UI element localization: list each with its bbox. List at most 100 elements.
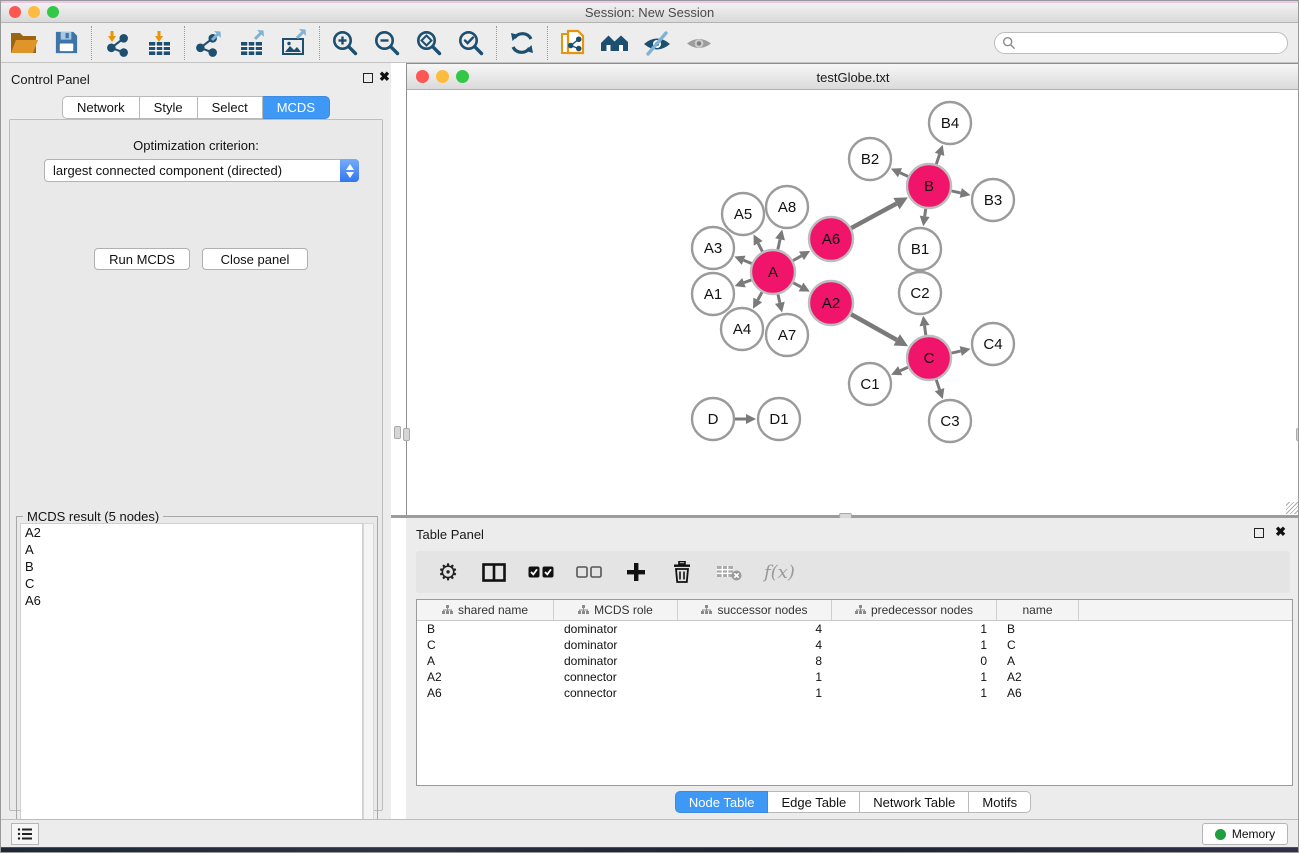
table-cell[interactable]: A xyxy=(997,654,1079,668)
result-scrollbar[interactable] xyxy=(363,523,374,852)
graph-edge-B-B3[interactable] xyxy=(951,191,960,193)
graph-edge-A6-B[interactable] xyxy=(851,204,896,228)
tab-style[interactable]: Style xyxy=(140,96,198,119)
graph-edge-C-C4[interactable] xyxy=(951,351,960,353)
close-panel-icon[interactable]: ✖ xyxy=(379,69,390,85)
task-history-button[interactable] xyxy=(11,823,39,845)
result-list-item[interactable]: A xyxy=(21,541,362,558)
table-cell[interactable]: A6 xyxy=(417,686,554,700)
table-cell[interactable]: C xyxy=(417,638,554,652)
column-header-shared-name[interactable]: shared name xyxy=(417,600,554,620)
graph-edge-A-A2[interactable] xyxy=(793,283,801,287)
add-column-icon[interactable] xyxy=(624,558,648,586)
table-cell[interactable]: B xyxy=(997,622,1079,636)
table-cell[interactable]: A2 xyxy=(417,670,554,684)
table-cell[interactable]: dominator xyxy=(554,654,678,668)
unselect-all-icon[interactable] xyxy=(576,558,602,586)
save-session-icon[interactable] xyxy=(51,28,81,58)
delete-column-icon[interactable] xyxy=(670,558,694,586)
table-cell[interactable]: dominator xyxy=(554,622,678,636)
table-cell[interactable]: A2 xyxy=(997,670,1079,684)
table-float-icon[interactable] xyxy=(1254,528,1264,538)
export-image-icon[interactable] xyxy=(279,28,309,58)
column-icon[interactable] xyxy=(482,558,506,586)
table-cell[interactable]: 8 xyxy=(678,654,832,668)
table-cell[interactable]: 1 xyxy=(832,670,997,684)
memory-button[interactable]: Memory xyxy=(1202,823,1288,845)
table-cell[interactable]: C xyxy=(997,638,1079,652)
graph-edge-B-B4[interactable] xyxy=(936,154,939,164)
graph-edge-A-A3[interactable] xyxy=(744,260,752,263)
hide-graphics-details-icon[interactable] xyxy=(642,28,672,58)
table-cell[interactable]: 1 xyxy=(832,638,997,652)
import-network-icon[interactable] xyxy=(102,28,132,58)
graph-edge-A-A6[interactable] xyxy=(793,256,801,261)
graph-edge-B-B1[interactable] xyxy=(925,209,926,217)
zoom-fit-icon[interactable] xyxy=(414,28,444,58)
home-icon[interactable] xyxy=(600,28,630,58)
table-cell[interactable]: 4 xyxy=(678,638,832,652)
result-list-item[interactable]: A6 xyxy=(21,592,362,609)
optimization-criterion-dropdown[interactable]: largest connected component (directed) xyxy=(44,159,359,182)
resize-corner-grip[interactable] xyxy=(1286,502,1298,514)
table-cell[interactable]: 4 xyxy=(678,622,832,636)
divider-grip[interactable] xyxy=(394,426,401,439)
zoom-selected-icon[interactable] xyxy=(456,28,486,58)
table-cell[interactable]: 0 xyxy=(832,654,997,668)
open-file-icon[interactable] xyxy=(9,28,39,58)
refresh-layout-icon[interactable] xyxy=(507,28,537,58)
tab-network[interactable]: Network xyxy=(62,96,140,119)
table-cell[interactable]: connector xyxy=(554,670,678,684)
table-cell[interactable]: B xyxy=(417,622,554,636)
result-list-item[interactable]: A2 xyxy=(21,524,362,541)
mcds-result-list[interactable]: A2ABCA6 xyxy=(20,523,363,852)
graph-edge-A-A4[interactable] xyxy=(758,292,762,300)
import-table-icon[interactable] xyxy=(144,28,174,58)
tab-node-table[interactable]: Node Table xyxy=(675,791,769,813)
graph-edge-A-A7[interactable] xyxy=(778,294,780,302)
float-panel-icon[interactable] xyxy=(363,73,373,83)
column-header-successor-nodes[interactable]: successor nodes xyxy=(678,600,832,620)
new-network-from-selection-icon[interactable] xyxy=(558,28,588,58)
table-cell[interactable]: 1 xyxy=(678,686,832,700)
table-cell[interactable]: 1 xyxy=(678,670,832,684)
graph-edge-A2-C[interactable] xyxy=(851,314,897,340)
tab-motifs[interactable]: Motifs xyxy=(969,791,1031,813)
table-cell[interactable]: connector xyxy=(554,686,678,700)
run-mcds-button[interactable]: Run MCDS xyxy=(94,248,190,270)
node-table[interactable]: shared nameMCDS rolesuccessor nodesprede… xyxy=(416,599,1293,786)
export-table-icon[interactable] xyxy=(237,28,267,58)
close-panel-button[interactable]: Close panel xyxy=(202,248,308,270)
table-row[interactable]: Cdominator41C xyxy=(417,637,1292,653)
zoom-in-icon[interactable] xyxy=(330,28,360,58)
table-cell[interactable]: 1 xyxy=(832,622,997,636)
panel-divider[interactable] xyxy=(391,63,406,819)
graph-edge-C-C2[interactable] xyxy=(925,326,926,336)
result-list-item[interactable]: C xyxy=(21,575,362,592)
tab-mcds[interactable]: MCDS xyxy=(263,96,330,119)
table-row[interactable]: Adominator80A xyxy=(417,653,1292,669)
network-canvas[interactable]: AA1A2A3A4A5A6A7A8BB1B2B3B4CC1C2C3C4DD1 xyxy=(407,90,1299,516)
graph-edge-C-C1[interactable] xyxy=(900,367,908,370)
table-cell[interactable]: A6 xyxy=(997,686,1079,700)
table-cell[interactable]: A xyxy=(417,654,554,668)
table-row[interactable]: A2connector11A2 xyxy=(417,669,1292,685)
tab-select[interactable]: Select xyxy=(198,96,263,119)
search-field[interactable] xyxy=(994,32,1288,54)
table-close-icon[interactable]: ✖ xyxy=(1275,524,1286,540)
column-header-predecessor-nodes[interactable]: predecessor nodes xyxy=(832,600,997,620)
network-window-titlebar[interactable]: testGlobe.txt xyxy=(407,64,1299,90)
gear-icon[interactable]: ⚙ xyxy=(436,558,460,586)
search-input[interactable] xyxy=(1016,36,1266,50)
tab-edge-table[interactable]: Edge Table xyxy=(768,791,860,813)
table-cell[interactable]: dominator xyxy=(554,638,678,652)
graph-edge-C-C3[interactable] xyxy=(936,380,939,390)
graph-edge-A-A8[interactable] xyxy=(778,239,780,249)
column-header-MCDS-role[interactable]: MCDS role xyxy=(554,600,678,620)
tab-network-table[interactable]: Network Table xyxy=(860,791,969,813)
zoom-out-icon[interactable] xyxy=(372,28,402,58)
graph-edge-A-A5[interactable] xyxy=(758,243,762,251)
result-list-item[interactable]: B xyxy=(21,558,362,575)
export-network-icon[interactable] xyxy=(195,28,225,58)
column-header-name[interactable]: name xyxy=(997,600,1079,620)
